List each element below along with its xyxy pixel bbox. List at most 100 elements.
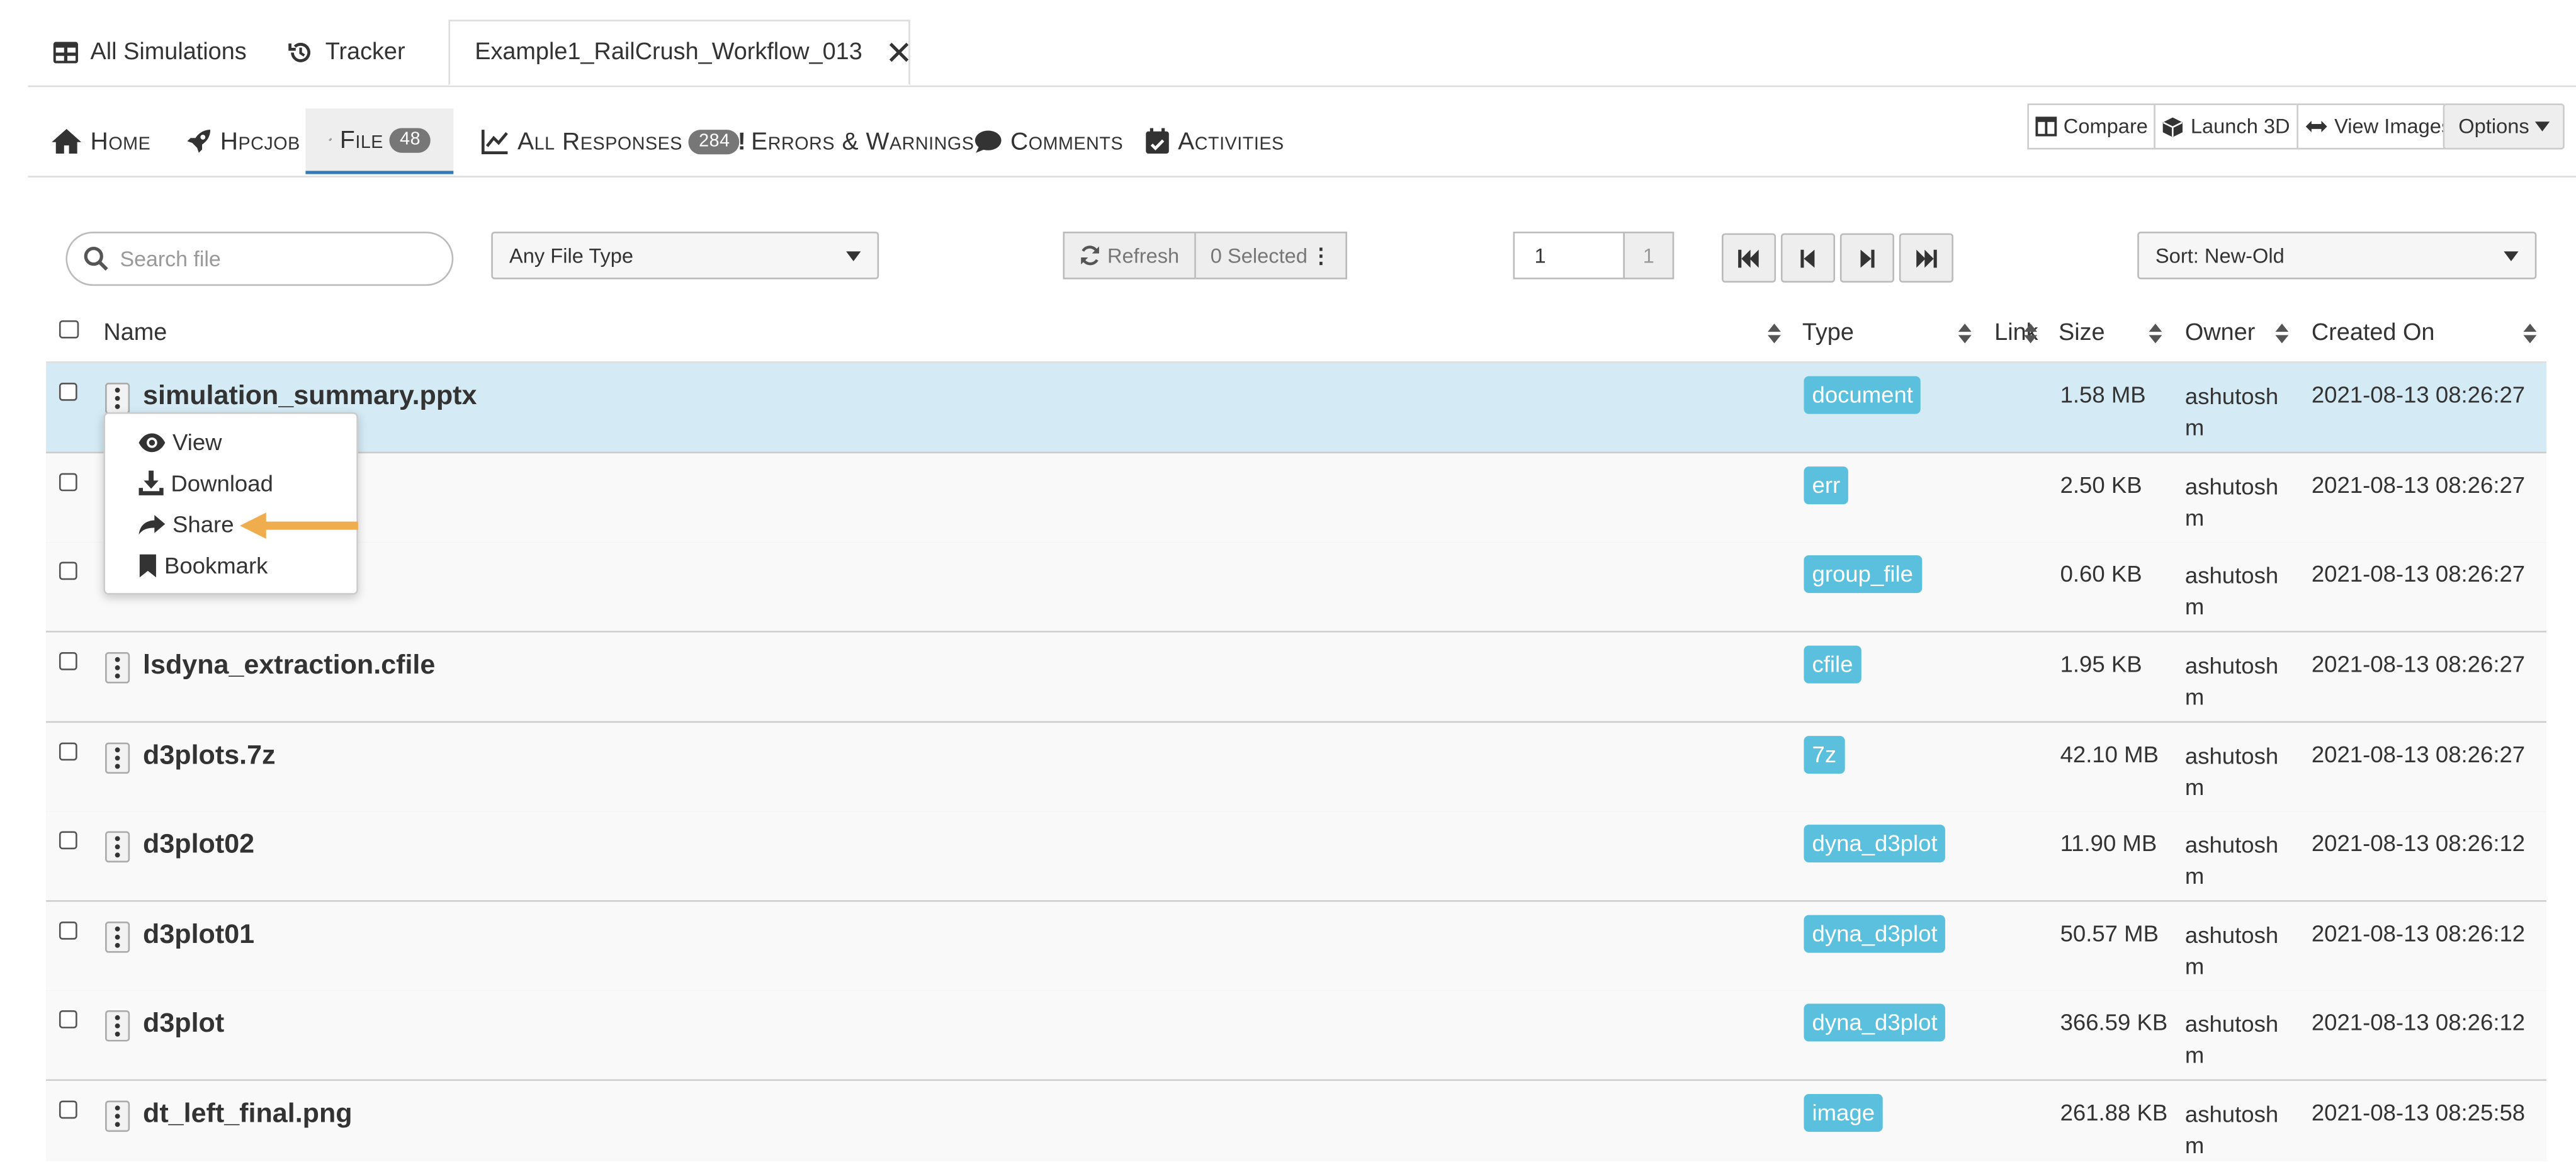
nav-comments[interactable]: Comments <box>974 108 1124 174</box>
arrows-horizontal-icon <box>2305 120 2327 133</box>
sort-icon[interactable] <box>2275 322 2289 352</box>
first-page-button[interactable] <box>1721 233 1777 283</box>
fast-forward-icon <box>1916 249 1937 268</box>
file-name[interactable]: d3plot <box>143 1008 224 1040</box>
row-checkbox[interactable] <box>59 831 77 850</box>
sort-icon[interactable] <box>2149 322 2162 352</box>
sort-icon[interactable] <box>1768 322 1781 352</box>
row-menu-button[interactable] <box>105 922 130 953</box>
refresh-button[interactable]: Refresh <box>1063 231 1196 279</box>
page-number-input[interactable]: 1 <box>1513 231 1625 279</box>
column-size[interactable]: Size <box>2059 320 2105 347</box>
refresh-icon <box>1081 245 1099 266</box>
refresh-label: Refresh <box>1107 244 1180 268</box>
file-type-badge: document <box>1804 376 1922 414</box>
nav-errors-warnings[interactable]: ! Errors & Warnings <box>738 108 974 174</box>
file-type-badge: 7z <box>1804 736 1845 774</box>
file-name[interactable]: d3plot02 <box>143 830 254 861</box>
table-row[interactable]: err 2.50 KB ashutosh m 2021-08-13 08:26:… <box>46 453 2547 544</box>
row-menu-button[interactable] <box>105 383 130 414</box>
caret-down-icon <box>2534 121 2550 132</box>
menu-item-view[interactable]: View <box>138 429 222 455</box>
table-row[interactable]: d3plot dyna_d3plot 366.59 KB ashutosh m … <box>46 990 2547 1081</box>
file-name[interactable]: simulation_summary.pptx <box>143 381 477 412</box>
step-forward-icon <box>1860 249 1875 268</box>
file-size: 1.58 MB <box>2060 381 2146 408</box>
row-menu-button[interactable] <box>105 831 130 863</box>
row-checkbox[interactable] <box>59 561 77 580</box>
row-checkbox[interactable] <box>59 1100 77 1119</box>
row-checkbox[interactable] <box>59 742 77 761</box>
nav-home-label: Home <box>90 127 151 155</box>
tab-simulation[interactable]: Example1_RailCrush_Workflow_013 ✕ <box>448 20 913 86</box>
tab-tracker[interactable]: Tracker <box>288 20 405 85</box>
file-owner: ashutosh m <box>2184 742 2279 800</box>
row-menu-button[interactable] <box>105 652 130 684</box>
nav-hpcjob[interactable]: Hpcjob <box>186 108 300 174</box>
page-total-value: 1 <box>1642 244 1654 268</box>
file-size: 366.59 KB <box>2060 1008 2168 1035</box>
calendar-check-icon <box>1146 128 1169 154</box>
nav-all-responses[interactable]: All Responses 284 <box>481 108 740 174</box>
file-name[interactable]: lsdyna_extraction.cfile <box>143 650 435 682</box>
select-all-checkbox[interactable] <box>59 320 79 339</box>
nav-home[interactable]: Home <box>51 108 150 174</box>
table-row[interactable]: d3plots.7z 7z 42.10 MB ashutosh m 2021-0… <box>46 723 2547 813</box>
menu-item-bookmark[interactable]: Bookmark <box>138 552 268 578</box>
tab-all-simulations[interactable]: All Simulations <box>53 20 247 85</box>
table-row[interactable]: dt_left_final.png image 261.88 KB ashuto… <box>46 1081 2547 1162</box>
last-page-button[interactable] <box>1899 233 1953 283</box>
file-name[interactable]: d3plot01 <box>143 920 254 951</box>
sort-icon[interactable] <box>1958 322 1972 352</box>
row-menu-button[interactable] <box>105 742 130 774</box>
next-page-button[interactable] <box>1839 233 1894 283</box>
launch-3d-button[interactable]: Launch 3D <box>2154 103 2298 150</box>
file-created-on: 2021-08-13 08:26:27 <box>2311 740 2526 767</box>
file-type-badge: image <box>1804 1094 1884 1132</box>
table-row[interactable]: group_file 0.60 KB ashutosh m 2021-08-13… <box>46 542 2547 633</box>
file-type-select[interactable]: Any File Type <box>491 231 879 279</box>
options-dropdown[interactable]: Options <box>2443 103 2565 150</box>
file-count-badge: 48 <box>390 127 431 152</box>
column-owner[interactable]: Owner <box>2185 320 2255 347</box>
row-menu-button[interactable] <box>105 1010 130 1042</box>
column-type[interactable]: Type <box>1802 320 1854 347</box>
download-icon <box>138 470 164 495</box>
selected-dropdown[interactable]: 0 Selected ⋮ <box>1195 231 1348 279</box>
file-type-badge: dyna_d3plot <box>1804 915 1946 953</box>
table-row[interactable]: simulation_summary.pptx document 1.58 MB… <box>46 363 2547 454</box>
close-icon[interactable]: ✕ <box>885 32 913 73</box>
file-owner: ashutosh m <box>2184 1100 2279 1158</box>
nav-activities-label: Activities <box>1178 127 1284 155</box>
file-type-badge: dyna_d3plot <box>1804 1003 1946 1042</box>
file-size: 11.90 MB <box>2060 829 2157 856</box>
row-menu-button[interactable] <box>105 1100 130 1132</box>
column-created-on[interactable]: Created On <box>2312 320 2435 347</box>
row-checkbox[interactable] <box>59 383 77 401</box>
home-icon <box>52 128 82 154</box>
row-checkbox[interactable] <box>59 473 77 492</box>
menu-item-download[interactable]: Download <box>138 470 273 496</box>
previous-page-button[interactable] <box>1780 233 1836 283</box>
file-name[interactable]: d3plots.7z <box>143 741 276 772</box>
view-images-button[interactable]: View Images <box>2296 103 2460 150</box>
menu-item-share[interactable]: Share <box>138 511 234 537</box>
sort-icon[interactable] <box>2523 322 2537 352</box>
nav-activities[interactable]: Activities <box>1145 108 1284 174</box>
column-name[interactable]: Name <box>103 320 167 347</box>
table-row[interactable]: d3plot01 dyna_d3plot 50.57 MB ashutosh m… <box>46 901 2547 993</box>
nav-file[interactable]: File 48 <box>305 108 454 174</box>
sort-select[interactable]: Sort: New-Old <box>2137 231 2537 279</box>
sort-icon[interactable] <box>2024 322 2038 352</box>
compare-button[interactable]: Compare <box>2027 103 2157 150</box>
row-checkbox[interactable] <box>59 922 77 940</box>
file-name[interactable]: dt_left_final.png <box>143 1099 353 1131</box>
row-checkbox[interactable] <box>59 652 77 670</box>
row-checkbox[interactable] <box>59 1010 77 1029</box>
search-input[interactable] <box>116 244 436 273</box>
table-row[interactable]: d3plot02 dyna_d3plot 11.90 MB ashutosh m… <box>46 811 2547 902</box>
file-created-on: 2021-08-13 08:26:12 <box>2311 829 2526 856</box>
comment-icon <box>974 130 1002 152</box>
table-row[interactable]: lsdyna_extraction.cfile cfile 1.95 KB as… <box>46 632 2547 723</box>
view-images-label: View Images <box>2334 115 2452 138</box>
